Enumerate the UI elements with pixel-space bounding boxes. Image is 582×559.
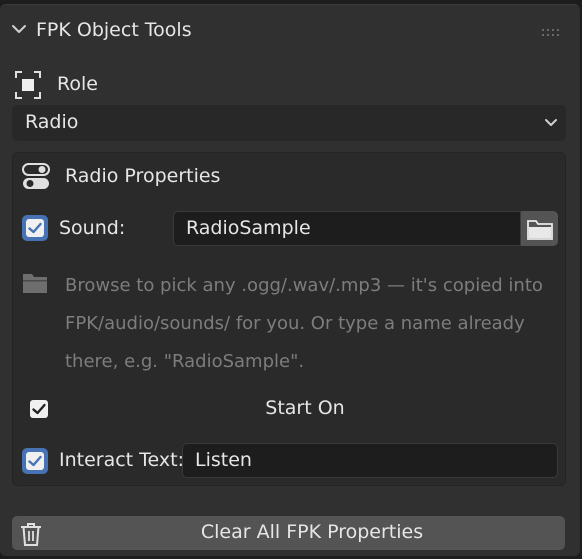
radio-properties-title: Radio Properties: [65, 165, 221, 187]
folder-icon: [23, 274, 47, 293]
role-selected-value: Radio: [25, 111, 79, 133]
clear-all-label: Clear All FPK Properties: [200, 521, 424, 543]
sound-input[interactable]: RadioSample: [173, 211, 521, 246]
toggle-icon: [22, 163, 50, 189]
sound-checkbox[interactable]: [22, 215, 48, 241]
sound-help-text: Browse to pick any .ogg/.wav/.mp3 — it's…: [65, 275, 543, 372]
folder-icon: [526, 219, 553, 240]
sound-label: Sound:: [59, 217, 126, 239]
role-dropdown[interactable]: Radio: [12, 105, 566, 141]
chevron-down-icon: [545, 119, 557, 126]
panel-title: FPK Object Tools: [36, 19, 192, 41]
checkmark-icon: [28, 222, 42, 234]
panel-header[interactable]: FPK Object Tools: [0, 6, 582, 54]
interact-text-label: Interact Text:: [59, 449, 185, 471]
object-role-icon: [15, 71, 41, 99]
start-on-label: Start On: [265, 397, 345, 419]
interact-text-checkbox[interactable]: [22, 448, 48, 474]
checkmark-icon: [28, 455, 42, 467]
role-label: Role: [57, 73, 98, 95]
browse-sound-button[interactable]: [521, 211, 558, 246]
chevron-down-icon[interactable]: [11, 24, 27, 34]
grip-icon[interactable]: [541, 28, 563, 38]
interact-text-input[interactable]: Listen: [182, 443, 558, 478]
